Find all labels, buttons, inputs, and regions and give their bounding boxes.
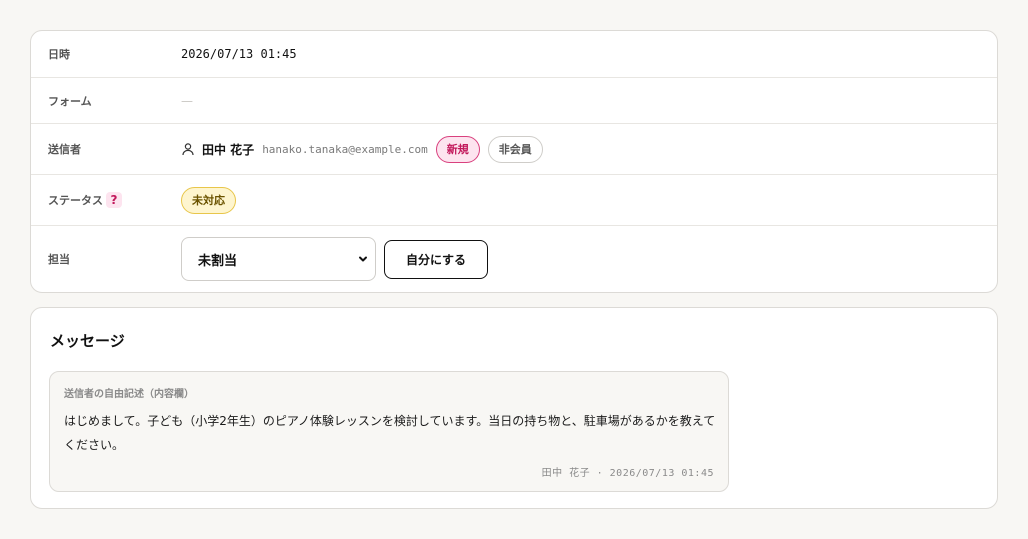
form-value: — [181,93,193,108]
message-field-label: 送信者の自由記述（内容欄） [64,389,194,400]
message-card: メッセージ 送信者の自由記述（内容欄） はじめまして。子ども（小学2年生）のピア… [30,307,998,509]
date-row: 日時 2026/07/13 01:45 [31,31,997,78]
assignee-row: 担当 未割当 自分にする [31,226,997,292]
chevron-down-icon [357,253,369,265]
status-label-group: ステータス ? [48,192,122,208]
assignee-select[interactable]: 未割当 [181,237,376,281]
submission-details-card: 日時 2026/07/13 01:45 フォーム — 送信者 田中 花子 han… [30,30,998,293]
sender-label: 送信者 [48,143,81,156]
sender-row: 送信者 田中 花子 hanako.tanaka@example.com 新規 非… [31,124,997,175]
sender-info: 田中 花子 hanako.tanaka@example.com 新規 非会員 [181,135,551,163]
sender-name: 田中 花子 [202,142,255,157]
form-label: フォーム [48,94,92,108]
assignee-label: 担当 [48,253,70,266]
status-badge: 未対応 [181,186,236,214]
new-customer-badge: 新規 [435,135,480,163]
person-icon [181,142,195,156]
message-body: はじめまして。子ども（小学2年生）のピアノ体験レッスンを検討しています。当日の持… [64,414,716,452]
message-title: メッセージ [50,332,125,350]
assignee-controls: 未割当 自分にする [181,237,488,281]
status-value-wrap: 未対応 [181,186,244,214]
status-label: ステータス [48,194,103,207]
message-meta: 田中 花子 · 2026/07/13 01:45 [541,468,714,479]
non-member-badge: 非会員 [487,135,543,163]
sender-email: hanako.tanaka@example.com [262,142,428,156]
help-icon[interactable]: ? [106,192,122,208]
form-row: フォーム — [31,78,997,124]
assignee-selected-value: 未割当 [198,253,238,269]
status-row: ステータス ? 未対応 [31,175,997,226]
assign-to-me-button[interactable]: 自分にする [384,239,488,279]
date-value: 2026/07/13 01:45 [181,47,297,61]
date-label: 日時 [48,48,70,61]
message-box: 送信者の自由記述（内容欄） はじめまして。子ども（小学2年生）のピアノ体験レッス… [49,371,729,492]
